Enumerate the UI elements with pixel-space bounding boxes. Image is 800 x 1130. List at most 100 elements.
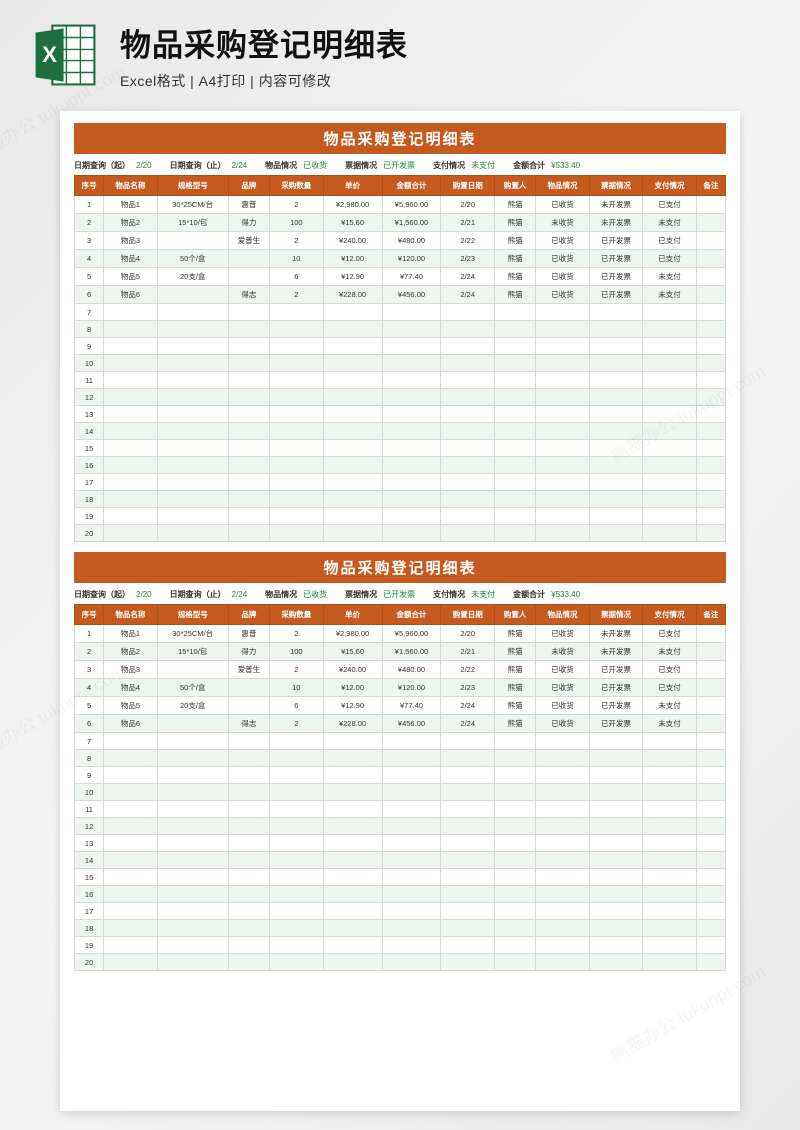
cell [228,457,269,474]
cell [441,321,494,338]
table-row: 7 [75,304,726,321]
cell: 7 [75,733,104,750]
cell: 8 [75,321,104,338]
table-row: 15 [75,440,726,457]
cell [270,835,323,852]
cell [536,304,589,321]
filter-label: 金额合计 [513,589,545,600]
table-row: 2物品215*10/包得力100¥15.60¥1,560.002/21熊猫未收货… [75,643,726,661]
cell: 50个/盒 [157,679,228,697]
cell [696,715,725,733]
cell [382,733,441,750]
cell: 17 [75,903,104,920]
cell [157,954,228,971]
cell [589,389,642,406]
cell: 物品5 [104,268,157,286]
cell: 爱普生 [228,661,269,679]
cell [323,818,382,835]
cell [228,250,269,268]
cell: 15*10/包 [157,643,228,661]
cell [643,508,696,525]
cell [157,767,228,784]
cell [228,784,269,801]
cell [696,406,725,423]
cell [536,852,589,869]
cell [441,818,494,835]
filter-value: 2/20 [136,161,152,170]
cell: 11 [75,801,104,818]
cell [696,250,725,268]
table-row: 10 [75,784,726,801]
cell: 14 [75,852,104,869]
cell [441,852,494,869]
cell [536,355,589,372]
cell: 已支付 [643,625,696,643]
cell [270,767,323,784]
cell [382,406,441,423]
cell [382,784,441,801]
cell [382,835,441,852]
cell: 未收货 [536,214,589,232]
cell [643,835,696,852]
cell [536,474,589,491]
cell [494,954,535,971]
cell: 13 [75,406,104,423]
cell [157,457,228,474]
cell [696,937,725,954]
cell [228,268,269,286]
table-row: 11 [75,372,726,389]
cell: 19 [75,937,104,954]
table-row: 15 [75,869,726,886]
cell [589,338,642,355]
cell: 已收货 [536,250,589,268]
cell: 已开发票 [589,697,642,715]
cell: 已开发票 [589,661,642,679]
cell [494,423,535,440]
cell: 1 [75,196,104,214]
cell: ¥77.40 [382,268,441,286]
cell: 物品2 [104,214,157,232]
cell [104,406,157,423]
cell [643,321,696,338]
column-header: 物品情况 [536,605,589,625]
cell [696,784,725,801]
cell [589,525,642,542]
cell [589,835,642,852]
cell: 物品4 [104,250,157,268]
cell [382,903,441,920]
cell [382,389,441,406]
cell: 未支付 [643,697,696,715]
cell: 已开发票 [589,268,642,286]
cell: 2/22 [441,232,494,250]
cell [643,869,696,886]
cell [536,954,589,971]
cell [382,801,441,818]
cell: ¥120.00 [382,250,441,268]
cell [104,869,157,886]
cell: 2 [75,643,104,661]
cell [104,321,157,338]
sub-title: Excel格式 | A4打印 | 内容可修改 [120,71,408,91]
cell [643,818,696,835]
cell [589,920,642,937]
cell [441,920,494,937]
cell [643,304,696,321]
cell [589,304,642,321]
cell [696,697,725,715]
cell: ¥480.00 [382,661,441,679]
cell [589,954,642,971]
cell [494,372,535,389]
cell [104,852,157,869]
cell: 2/22 [441,661,494,679]
cell: 2 [270,232,323,250]
cell [441,954,494,971]
table-row: 4物品450个/盒10¥12.00¥120.002/23熊猫已收货已开发票已支付 [75,679,726,697]
cell [228,355,269,372]
cell [323,784,382,801]
cell [323,355,382,372]
cell [494,886,535,903]
filter-value: 已开发票 [383,589,415,600]
cell [323,423,382,440]
cell [228,474,269,491]
cell: 8 [75,750,104,767]
